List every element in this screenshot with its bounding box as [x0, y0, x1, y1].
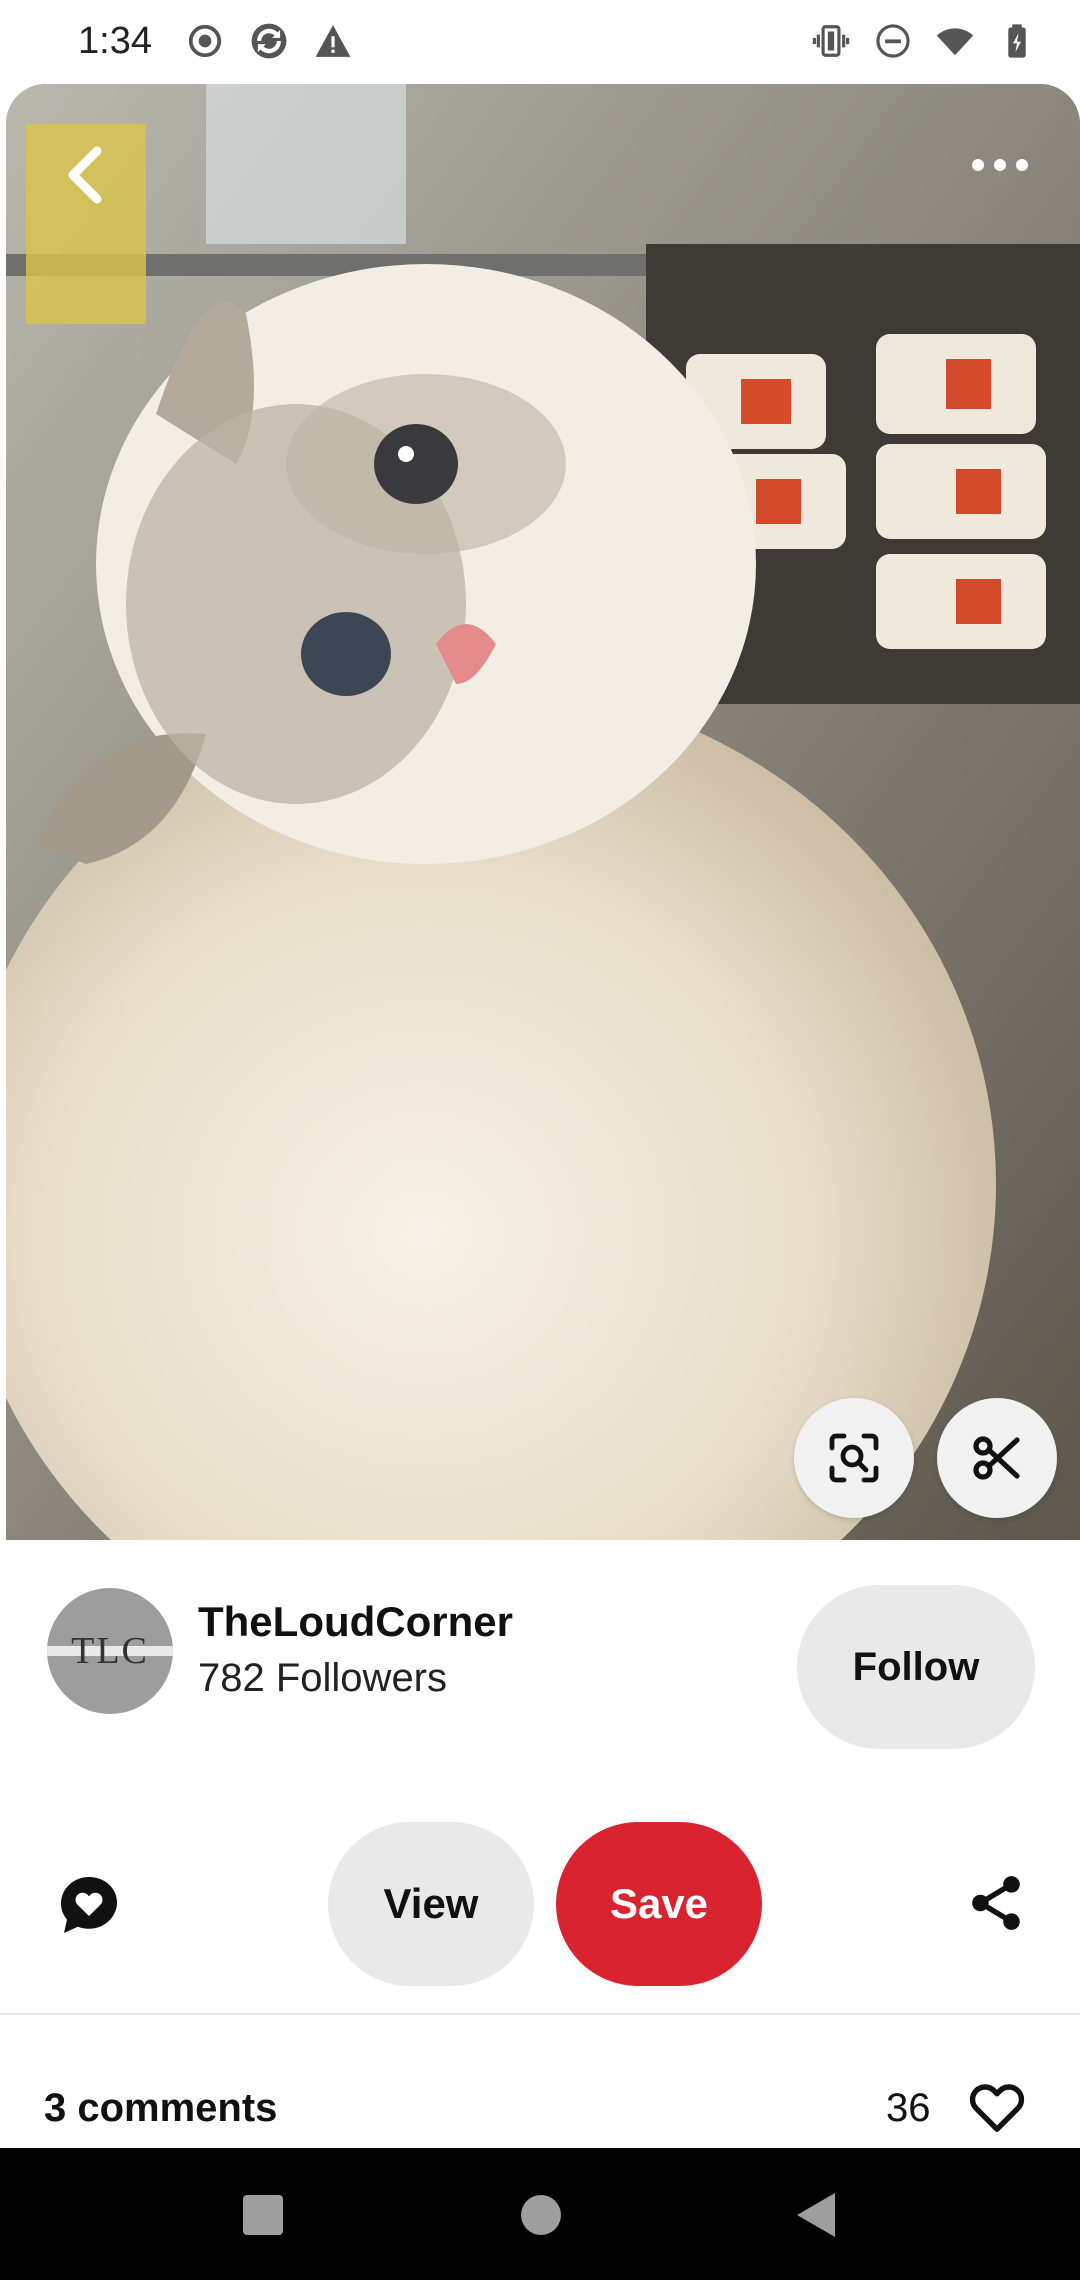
record-icon: [188, 24, 222, 58]
creator-name[interactable]: TheLoudCorner: [198, 1598, 513, 1646]
view-button[interactable]: View: [328, 1822, 534, 1986]
cat-photo: [6, 84, 1080, 1540]
recents-square-icon: [243, 2195, 283, 2235]
home-button[interactable]: [506, 2180, 576, 2250]
divider: [0, 2013, 1080, 2015]
status-right-icons: [812, 22, 1036, 60]
likes-count: 36: [886, 2086, 931, 2130]
warning-icon: [315, 25, 351, 57]
back-button[interactable]: [48, 140, 118, 210]
visual-search-button[interactable]: [794, 1398, 914, 1518]
like-button[interactable]: [964, 2078, 1030, 2138]
creator-row: TLC TheLoudCorner 782 Followers Follow: [0, 1560, 1080, 1749]
cutout-button[interactable]: [937, 1398, 1057, 1518]
follow-button[interactable]: Follow: [797, 1585, 1035, 1749]
home-circle-icon: [521, 2195, 561, 2235]
system-back-button[interactable]: [782, 2180, 852, 2250]
action-row: View Save: [0, 1820, 1080, 1990]
comments-count[interactable]: 3 comments: [44, 2086, 277, 2131]
more-options-button[interactable]: [960, 140, 1040, 190]
back-triangle-icon: [797, 2193, 835, 2237]
wifi-icon: [936, 28, 974, 56]
recents-button[interactable]: [228, 2180, 298, 2250]
sync-icon: [251, 23, 287, 59]
share-button[interactable]: [960, 1866, 1034, 1940]
status-time: 1:34: [78, 20, 152, 62]
avatar[interactable]: TLC: [47, 1588, 173, 1714]
back-chevron-icon: [68, 146, 102, 204]
vibrate-icon: [812, 25, 850, 57]
scissors-icon: [973, 1436, 1020, 1480]
creator-followers: 782 Followers: [198, 1656, 448, 1700]
pin-image[interactable]: [6, 84, 1080, 1540]
status-bar: 1:34: [0, 0, 1080, 84]
heart-outline-icon: [969, 2084, 1025, 2132]
save-button[interactable]: Save: [556, 1822, 762, 1986]
comment-button[interactable]: [52, 1868, 126, 1942]
do-not-disturb-icon: [876, 24, 910, 58]
engagement-row: 3 comments 36: [0, 2060, 1080, 2150]
system-nav-bar: [0, 2148, 1080, 2280]
avatar-logo-text: TLC: [71, 1630, 149, 1672]
more-options-icon: [972, 159, 1028, 171]
status-left-icons: [186, 22, 352, 60]
comment-heart-icon: [61, 1877, 117, 1933]
battery-charging-icon: [1008, 24, 1026, 58]
visual-search-icon: [829, 1433, 879, 1483]
share-icon: [972, 1876, 1020, 1930]
